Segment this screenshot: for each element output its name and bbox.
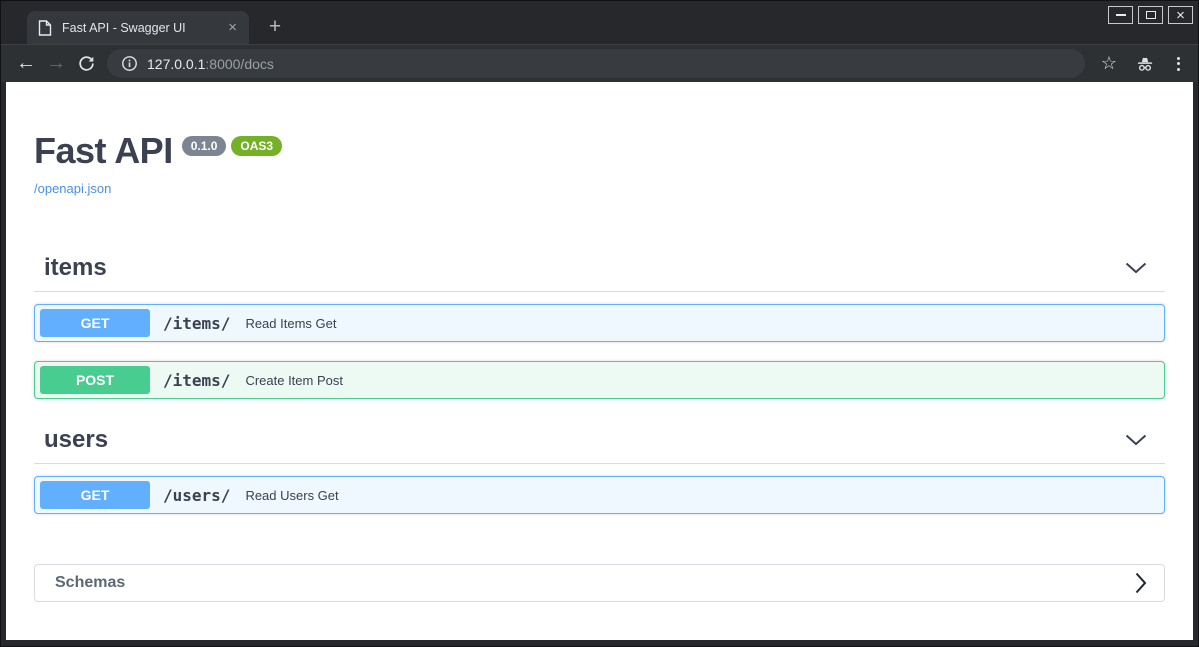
window-controls: × (1108, 6, 1193, 24)
swagger-page: Fast API 0.1.0 OAS3 /openapi.json items GE… (6, 82, 1193, 640)
chevron-right-icon[interactable] (1135, 572, 1147, 594)
operation-path: /items/ (163, 370, 231, 390)
tab-close-icon[interactable]: × (224, 18, 241, 37)
operation-row[interactable]: GET /items/ Read Items Get (34, 304, 1165, 342)
chevron-down-icon[interactable] (1125, 262, 1147, 274)
tab-title: Fast API - Swagger UI (62, 20, 186, 35)
forward-icon[interactable]: → (41, 49, 71, 79)
oas3-badge: OAS3 (231, 136, 283, 156)
address-bar[interactable]: 127.0.0.1:8000/docs (107, 49, 1085, 78)
url-text[interactable]: 127.0.0.1:8000/docs (147, 56, 274, 72)
incognito-icon (1131, 54, 1159, 74)
url-path: :8000/docs (205, 55, 274, 72)
reload-icon[interactable] (71, 49, 101, 79)
new-tab-button[interactable]: + (263, 16, 287, 37)
maximize-button[interactable] (1138, 6, 1163, 24)
minimize-button[interactable] (1108, 6, 1133, 24)
tag-header-items[interactable]: items (34, 246, 1165, 292)
browser-window: Fast API - Swagger UI × + × ← → 127.0.0.… (0, 0, 1199, 647)
tag-name: items (44, 254, 107, 281)
operation-row[interactable]: GET /users/ Read Users Get (34, 476, 1165, 514)
operation-summary: Read Items Get (245, 315, 337, 331)
tag-section-users: users GET /users/ Read Users Get (34, 418, 1165, 514)
title-bar: Fast API - Swagger UI × + × (1, 1, 1198, 44)
chevron-down-icon[interactable] (1125, 434, 1147, 446)
operations-list: items GET /items/ Read Items Get POST /i… (34, 246, 1165, 514)
tag-section-items: items GET /items/ Read Items Get POST /i… (34, 246, 1165, 399)
openapi-spec-link[interactable]: /openapi.json (34, 181, 1165, 196)
api-info: Fast API 0.1.0 OAS3 /openapi.json (34, 130, 1165, 196)
minimize-icon (1115, 14, 1126, 16)
operation-row[interactable]: POST /items/ Create Item Post (34, 361, 1165, 399)
menu-dots-icon[interactable] (1169, 53, 1188, 75)
operation-summary: Create Item Post (245, 372, 343, 388)
close-button[interactable]: × (1168, 6, 1193, 24)
back-icon[interactable]: ← (11, 49, 41, 79)
operation-summary: Read Users Get (245, 487, 339, 503)
browser-tab[interactable]: Fast API - Swagger UI × (27, 11, 249, 44)
method-badge: POST (40, 366, 150, 394)
maximize-icon (1145, 11, 1156, 19)
document-icon (38, 19, 52, 36)
version-badge: 0.1.0 (181, 136, 227, 156)
tag-header-users[interactable]: users (34, 418, 1165, 464)
method-badge: GET (40, 481, 150, 509)
operation-path: /users/ (163, 485, 231, 505)
close-icon: × (1176, 6, 1185, 24)
schemas-title: Schemas (55, 574, 126, 591)
browser-toolbar: ← → 127.0.0.1:8000/docs ☆ (1, 44, 1198, 82)
url-host: 127.0.0.1 (147, 55, 206, 72)
method-badge: GET (40, 309, 150, 337)
toolbar-right: ☆ (1097, 53, 1188, 75)
schemas-section[interactable]: Schemas (34, 564, 1165, 602)
tag-name: users (44, 426, 109, 453)
operation-path: /items/ (163, 313, 231, 333)
bookmark-star-icon[interactable]: ☆ (1097, 53, 1121, 74)
page-title: Fast API (34, 130, 173, 171)
info-icon[interactable] (121, 55, 138, 72)
